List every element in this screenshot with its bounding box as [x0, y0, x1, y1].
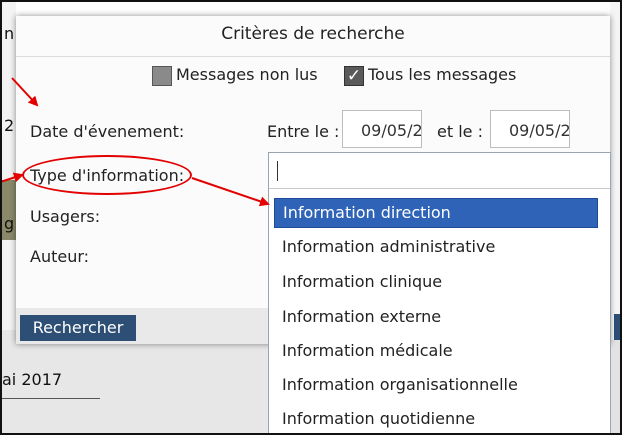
annotation-arrows	[0, 77, 270, 207]
annotation-arrow-type	[0, 172, 24, 183]
annotation-arrow-dropdown	[191, 177, 270, 207]
annotation-arrow-date	[11, 77, 39, 107]
